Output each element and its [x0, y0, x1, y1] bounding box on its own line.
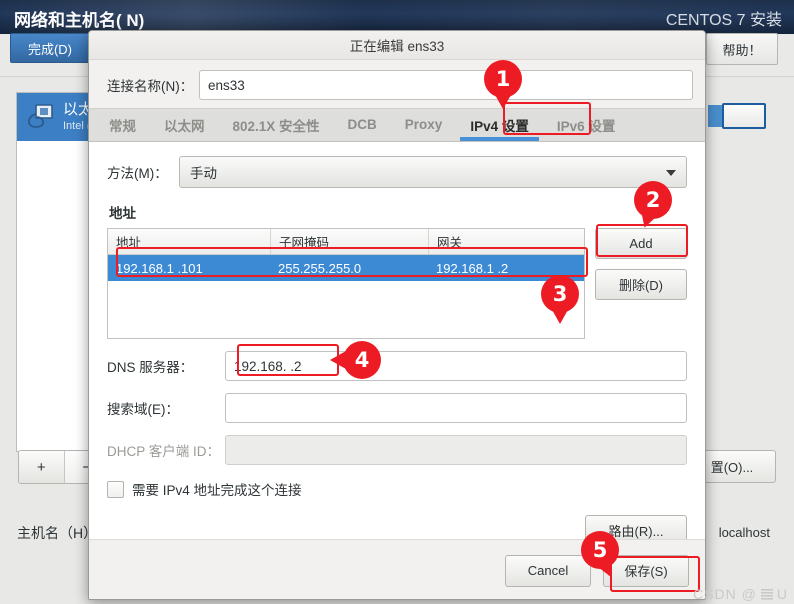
tab-bar[interactable]: 常规 以太网 802.1X 安全性 DCB Proxy IPv4 设置 IPv6… [89, 108, 705, 142]
done-button[interactable]: 完成(D) [10, 33, 90, 63]
tab-ethernet[interactable]: 以太网 [150, 108, 219, 141]
edit-connection-dialog: 正在编辑 ens33 连接名称(N)： ens33 常规 以太网 802.1X … [88, 30, 706, 600]
watermark: CSDN @ U [693, 586, 788, 602]
addresses-section-title: 地址 [109, 206, 136, 221]
chevron-down-icon [666, 170, 676, 176]
add-device-button[interactable]: + [19, 451, 64, 483]
annotation-badge-5: 5 [581, 531, 619, 580]
connection-name-input[interactable]: ens33 [199, 70, 693, 100]
cell-netmask: 255.255.255.0 [278, 260, 362, 276]
installer-brand: CENTOS 7 安装 [665, 12, 782, 29]
dhcp-client-id-row: DHCP 客户端 ID： [107, 435, 687, 465]
table-empty-area [108, 281, 584, 338]
toggle-knob [722, 103, 766, 129]
lines-icon [760, 589, 773, 600]
tab-ipv4-settings[interactable]: IPv4 设置 [456, 108, 543, 141]
tab-proxy[interactable]: Proxy [391, 108, 457, 141]
ethernet-icon [23, 100, 57, 134]
connection-name-row: 连接名称(N)： ens33 [89, 60, 705, 108]
require-ipv4-row[interactable]: 需要 IPv4 地址完成这个连接 [107, 479, 687, 499]
dhcp-client-id-label: DHCP 客户端 ID： [107, 444, 221, 459]
help-button[interactable]: 帮助！ [706, 33, 778, 65]
search-domain-row: 搜索域(E)： [107, 393, 687, 423]
require-ipv4-label: 需要 IPv4 地址完成这个连接 [132, 483, 302, 498]
annotation-badge-1: 1 [484, 60, 522, 109]
dns-label: DNS 服务器： [107, 360, 194, 375]
page-title: 网络和主机名( N) [14, 11, 145, 30]
cancel-button[interactable]: Cancel [505, 554, 591, 587]
require-ipv4-checkbox[interactable] [107, 480, 124, 498]
tab-dcb[interactable]: DCB [334, 108, 391, 141]
addresses-table[interactable]: 地址 子网掩码 网关 192.168.1 .101 255.255.255.0 … [107, 228, 585, 339]
dns-input[interactable]: 192.168. .2 [225, 351, 687, 381]
cell-address: 192.168.1 .101 [116, 260, 203, 276]
address-buttons: Add 删除(D) [595, 228, 687, 300]
search-domain-label: 搜索域(E)： [107, 402, 179, 417]
dialog-title: 正在编辑 ens33 [89, 31, 705, 60]
column-header-gateway: 网关 [428, 229, 584, 254]
method-row: 方法(M)： 手动 [107, 156, 687, 188]
ipv4-panel: 方法(M)： 手动 地址 地址 子网掩码 网关 192.168.1 .101 2… [89, 142, 705, 546]
hostname-label: 主机名（H） [17, 525, 98, 541]
tab-ipv6-settings[interactable]: IPv6 设置 [543, 108, 630, 141]
column-header-netmask: 子网掩码 [270, 229, 428, 254]
add-address-button[interactable]: Add [595, 228, 687, 259]
annotation-badge-2: 2 [634, 181, 672, 231]
method-select[interactable]: 手动 [179, 156, 687, 188]
dialog-body: 连接名称(N)： ens33 常规 以太网 802.1X 安全性 DCB Pro… [89, 60, 705, 599]
table-header-row: 地址 子网掩码 网关 [108, 229, 584, 255]
table-row[interactable]: 192.168.1 .101 255.255.255.0 192.168.1 .… [108, 255, 584, 281]
method-value: 手动 [190, 166, 217, 181]
device-enable-toggle[interactable] [708, 103, 766, 129]
connection-name-label: 连接名称(N)： [107, 79, 194, 94]
screen: 网络和主机名( N) CENTOS 7 安装 完成(D) 帮助！ 以太 Inte… [0, 0, 794, 604]
watermark-suffix: U [776, 586, 788, 602]
dhcp-client-id-input [225, 435, 687, 465]
tab-8021x-security[interactable]: 802.1X 安全性 [219, 108, 334, 141]
delete-address-button[interactable]: 删除(D) [595, 269, 687, 300]
method-label: 方法(M)： [107, 166, 168, 181]
annotation-badge-3: 3 [541, 275, 579, 324]
tab-general[interactable]: 常规 [95, 108, 150, 141]
annotation-badge-4: 4 [330, 341, 381, 379]
column-header-address: 地址 [116, 236, 142, 250]
search-domain-input[interactable] [225, 393, 687, 423]
watermark-text: CSDN @ [693, 586, 757, 602]
dns-row: DNS 服务器： 192.168. .2 [107, 351, 687, 381]
hostname-value: localhost [718, 525, 770, 540]
addresses-area: 地址 子网掩码 网关 192.168.1 .101 255.255.255.0 … [107, 228, 687, 339]
